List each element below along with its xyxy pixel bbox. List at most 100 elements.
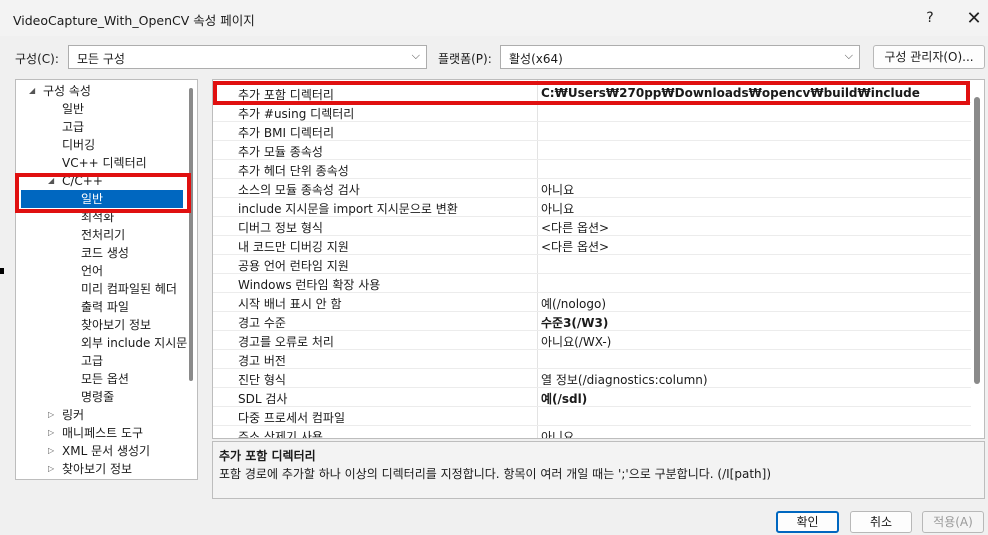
description-pane: 추가 포함 디렉터리 포함 경로에 추가할 하나 이상의 디렉터리를 지정합니다… — [212, 441, 985, 499]
tree-item-label: 일반 — [62, 102, 85, 116]
collapsed-icon[interactable]: ▷ — [48, 442, 54, 460]
platform-combobox[interactable]: 활성(x64) ⌵ — [500, 45, 860, 69]
property-value[interactable]: 예(/nologo) — [541, 295, 606, 312]
description-text: 포함 경로에 추가할 하나 이상의 디렉터리를 지정합니다. 항목이 여러 개일… — [219, 467, 772, 481]
tree-item-external-includes[interactable]: 외부 include 지시문 — [81, 334, 187, 352]
property-value[interactable]: 수준3(/W3) — [541, 314, 608, 331]
tree-item-linker[interactable]: ▷ 링커 — [48, 406, 85, 424]
tree-item-general[interactable]: 일반 — [62, 100, 84, 118]
collapsed-icon[interactable]: ▷ — [48, 424, 54, 442]
property-value[interactable]: C:₩Users₩270pp₩Downloads₩opencv₩build₩in… — [541, 86, 920, 100]
tree-item-manifest-tool[interactable]: ▷ 매니페스트 도구 — [48, 424, 144, 442]
apply-button[interactable]: 적용(A) — [922, 511, 984, 533]
tree-item-command-line[interactable]: 명령줄 — [81, 388, 114, 406]
property-name: 시작 배너 표시 안 함 — [238, 297, 342, 311]
tree-item-c-cpp[interactable]: ◢ C/C++ — [48, 172, 103, 190]
property-row[interactable]: 내 코드만 디버깅 지원 <다른 옵션> — [213, 236, 971, 255]
property-name: 추가 모듈 종속성 — [238, 145, 323, 159]
property-name: 추가 BMI 디렉터리 — [238, 126, 334, 140]
property-row[interactable]: 경고를 오류로 처리 아니요(/WX-) — [213, 331, 971, 350]
tree-item-browse-info-top[interactable]: ▷ 찾아보기 정보 — [48, 460, 133, 478]
property-value[interactable]: 아니요(/WX-) — [541, 333, 611, 350]
property-value[interactable]: 열 정보(/diagnostics:column) — [541, 371, 708, 388]
property-row[interactable]: 진단 형식 열 정보(/diagnostics:column) — [213, 369, 971, 388]
property-value[interactable]: <다른 옵션> — [541, 219, 609, 236]
tree-item-preprocessor[interactable]: 전처리기 — [81, 226, 125, 244]
description-title: 추가 포함 디렉터리 — [219, 449, 316, 463]
chevron-down-icon: ⌵ — [411, 49, 420, 62]
tree-item-label: 최적화 — [81, 210, 115, 224]
tree-item-label: VC++ 디렉터리 — [62, 156, 147, 170]
tree-item-output-files[interactable]: 출력 파일 — [81, 298, 129, 316]
tree-item-label: 찾아보기 정보 — [81, 318, 152, 332]
platform-label: 플랫폼(P): — [438, 52, 492, 66]
edge-artifact — [0, 268, 4, 274]
config-manager-button[interactable]: 구성 관리자(O)... — [873, 45, 985, 69]
collapsed-icon[interactable]: ▷ — [48, 406, 54, 424]
tree-item-code-generation[interactable]: 코드 생성 — [81, 244, 129, 262]
tree-item-label: 미리 컴파일된 헤더 — [81, 282, 177, 296]
property-row[interactable]: 추가 모듈 종속성 — [213, 141, 971, 160]
property-value[interactable]: 예(/sdl) — [541, 390, 587, 407]
close-button[interactable]: ✕ — [954, 4, 988, 32]
property-row[interactable]: 소스의 모듈 종속성 검사 아니요 — [213, 179, 971, 198]
property-row[interactable]: 시작 배너 표시 안 함 예(/nologo) — [213, 293, 971, 312]
tree-item-xml-doc[interactable]: ▷ XML 문서 생성기 — [48, 442, 150, 460]
tree-item-advanced-cpp[interactable]: 고급 — [81, 352, 103, 370]
property-row[interactable]: 경고 버전 — [213, 350, 971, 369]
cancel-button[interactable]: 취소 — [850, 511, 912, 533]
tree-item-precompiled-headers[interactable]: 미리 컴파일된 헤더 — [81, 280, 177, 298]
property-row[interactable]: 추가 헤더 단위 종속성 — [213, 160, 971, 179]
tree-item-c-cpp-general[interactable]: 일반 — [21, 190, 183, 208]
collapsed-icon[interactable]: ▷ — [48, 460, 54, 478]
property-row[interactable]: 경고 수준 수준3(/W3) — [213, 312, 971, 331]
chevron-down-icon: ⌵ — [844, 49, 853, 62]
platform-value: 활성(x64) — [509, 52, 563, 66]
config-value: 모든 구성 — [77, 52, 125, 66]
property-name: 다중 프로세서 컴파일 — [238, 411, 345, 425]
expanded-icon[interactable]: ◢ — [29, 82, 35, 100]
tree-item-label: 찾아보기 정보 — [62, 462, 133, 476]
property-row[interactable]: 추가 BMI 디렉터리 — [213, 122, 971, 141]
tree-item-language[interactable]: 언어 — [81, 262, 103, 280]
property-row[interactable]: 추가 포함 디렉터리 C:₩Users₩270pp₩Downloads₩openc… — [213, 84, 971, 103]
property-row[interactable]: SDL 검사 예(/sdl) — [213, 388, 971, 407]
property-row[interactable]: 공용 언어 런타임 지원 — [213, 255, 971, 274]
property-name: 추가 #using 디렉터리 — [238, 107, 355, 121]
tree-item-vc-directories[interactable]: VC++ 디렉터리 — [62, 154, 147, 172]
tree-item-debugging[interactable]: 디버깅 — [62, 136, 95, 154]
property-value[interactable]: 아니요 — [541, 428, 574, 438]
property-name: 추가 포함 디렉터리 — [238, 88, 334, 102]
tree-item-label: 링커 — [62, 408, 85, 422]
property-row[interactable]: 주소 삭제기 사용 아니요 — [213, 426, 971, 438]
property-name: 경고를 오류로 처리 — [238, 335, 334, 349]
property-name: 경고 수준 — [238, 316, 286, 330]
tree-item-all-options[interactable]: 모든 옵션 — [81, 370, 129, 388]
property-value[interactable]: <다른 옵션> — [541, 238, 609, 255]
help-button[interactable]: ? — [910, 4, 950, 32]
property-row[interactable]: 다중 프로세서 컴파일 — [213, 407, 971, 426]
config-combobox[interactable]: 모든 구성 ⌵ — [68, 45, 427, 69]
property-value[interactable]: 아니요 — [541, 181, 574, 198]
property-name: 추가 헤더 단위 종속성 — [238, 164, 349, 178]
window-title: VideoCapture_With_OpenCV 속성 페이지 — [13, 13, 255, 28]
tree-item-advanced[interactable]: 고급 — [62, 118, 84, 136]
tree-item-label: 구성 속성 — [43, 84, 91, 98]
tree-item-browse-info[interactable]: 찾아보기 정보 — [81, 316, 151, 334]
ok-button[interactable]: 확인 — [776, 511, 839, 533]
property-grid-scrollbar[interactable] — [974, 97, 980, 384]
tree-item-label: 매니페스트 도구 — [62, 426, 144, 440]
property-value[interactable]: 아니요 — [541, 200, 574, 217]
property-row[interactable]: include 지시문을 import 지시문으로 변환 아니요 — [213, 198, 971, 217]
tree-item-label: 명령줄 — [81, 390, 115, 404]
tree-item-label: 코드 생성 — [81, 246, 129, 260]
tree-item-label: 고급 — [81, 354, 104, 368]
property-row[interactable]: Windows 런타임 확장 사용 — [213, 274, 971, 293]
property-row[interactable]: 추가 #using 디렉터리 — [213, 103, 971, 122]
property-row[interactable]: 디버그 정보 형식 <다른 옵션> — [213, 217, 971, 236]
expanded-icon[interactable]: ◢ — [48, 172, 54, 190]
tree-item-optimization[interactable]: 최적화 — [81, 208, 114, 226]
property-name: 디버그 정보 형식 — [238, 221, 323, 235]
tree-item-config-props[interactable]: ◢ 구성 속성 — [29, 82, 91, 100]
tree-scrollbar[interactable] — [189, 88, 193, 381]
